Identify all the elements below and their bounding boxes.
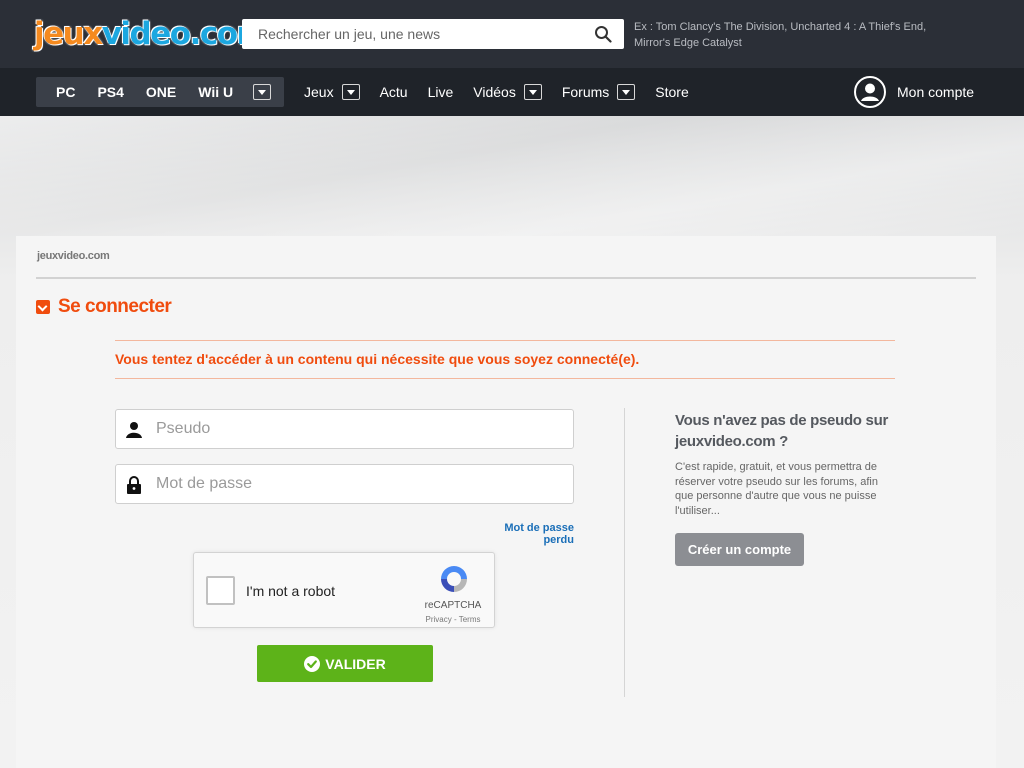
nav-item-label: Jeux (304, 84, 334, 100)
lost-password-link[interactable]: Mot de passe perdu (471, 522, 574, 546)
username-input[interactable] (156, 410, 566, 448)
login-required-notice: Vous tentez d'accéder à un contenu qui n… (115, 340, 895, 379)
user-avatar-icon (854, 76, 886, 108)
platform-wiiu[interactable]: Wii U (198, 84, 233, 100)
platform-pc[interactable]: PC (56, 84, 75, 100)
validate-button[interactable]: VALIDER (257, 645, 433, 682)
search-hint: Ex : Tom Clancy's The Division, Uncharte… (634, 21, 927, 49)
recaptcha-logo-icon (441, 566, 467, 592)
signup-description: C'est rapide, gratuit, et vous permettra… (675, 461, 878, 517)
platform-dropdown-icon[interactable] (253, 84, 272, 100)
validate-label: VALIDER (325, 655, 386, 672)
background-decoration (0, 116, 1024, 236)
checkmark-icon (304, 655, 321, 672)
breadcrumb[interactable]: jeuxvideo.com (37, 250, 110, 262)
main-nav: PC PS4 ONE Wii U Jeux Actu Live Vidéos F… (0, 68, 1024, 116)
logo-part-1: jeux (34, 16, 103, 52)
password-input[interactable] (156, 465, 566, 503)
nav-item-videos[interactable]: Vidéos (473, 84, 542, 100)
nav-item-label: Forums (561, 84, 610, 100)
login-card: jeuxvideo.com Se connecter Vous tentez d… (16, 236, 996, 768)
recaptcha-brand: reCAPTCHA (424, 600, 482, 611)
lock-icon (127, 476, 141, 494)
nav-item-label: Actu (379, 84, 408, 100)
platform-selector: PC PS4 ONE Wii U (36, 77, 284, 107)
nav-item-live[interactable]: Live (428, 84, 454, 100)
chevron-down-icon[interactable] (341, 84, 360, 100)
recaptcha-checkbox[interactable] (206, 576, 235, 605)
page-title: Se connecter (58, 296, 172, 317)
chevron-down-icon[interactable] (617, 84, 636, 100)
top-header: jeuxvideo.com Ex : Tom Clancy's The Divi… (0, 0, 1024, 68)
signup-title: Vous n'avez pas de pseudo sur jeuxvideo.… (675, 412, 888, 450)
nav-item-actu[interactable]: Actu (380, 84, 408, 100)
create-account-button[interactable]: Créer un compte (675, 533, 804, 566)
recaptcha-label: I'm not a robot (246, 583, 336, 599)
column-divider (624, 408, 625, 697)
nav-item-jeux[interactable]: Jeux (304, 84, 360, 100)
nav-item-label: Live (427, 84, 454, 100)
chevron-down-icon (36, 300, 50, 314)
recaptcha-terms-link[interactable]: Privacy - Terms (414, 615, 492, 624)
search-input[interactable] (242, 19, 582, 49)
search-icon[interactable] (594, 25, 612, 43)
username-field (115, 409, 574, 449)
search-bar (242, 19, 624, 49)
platform-one[interactable]: ONE (146, 84, 176, 100)
nav-item-store[interactable]: Store (655, 84, 688, 100)
user-icon (126, 422, 142, 438)
nav-item-label: Store (655, 84, 689, 100)
account-label: Mon compte (897, 84, 975, 100)
divider (36, 277, 976, 279)
account-button[interactable]: Mon compte (854, 76, 974, 108)
nav-item-forums[interactable]: Forums (561, 84, 636, 100)
nav-item-label: Vidéos (473, 84, 516, 100)
page-title-row: Se connecter (36, 296, 172, 318)
create-account-label: Créer un compte (687, 542, 792, 557)
chevron-down-icon[interactable] (523, 84, 542, 100)
password-field (115, 464, 574, 504)
nav-menu: Jeux Actu Live Vidéos Forums Store (304, 68, 709, 116)
recaptcha-widget: I'm not a robot reCAPTCHA Privacy - Term… (193, 552, 495, 628)
platform-ps4[interactable]: PS4 (97, 84, 123, 100)
site-logo[interactable]: jeuxvideo.com (34, 12, 269, 56)
